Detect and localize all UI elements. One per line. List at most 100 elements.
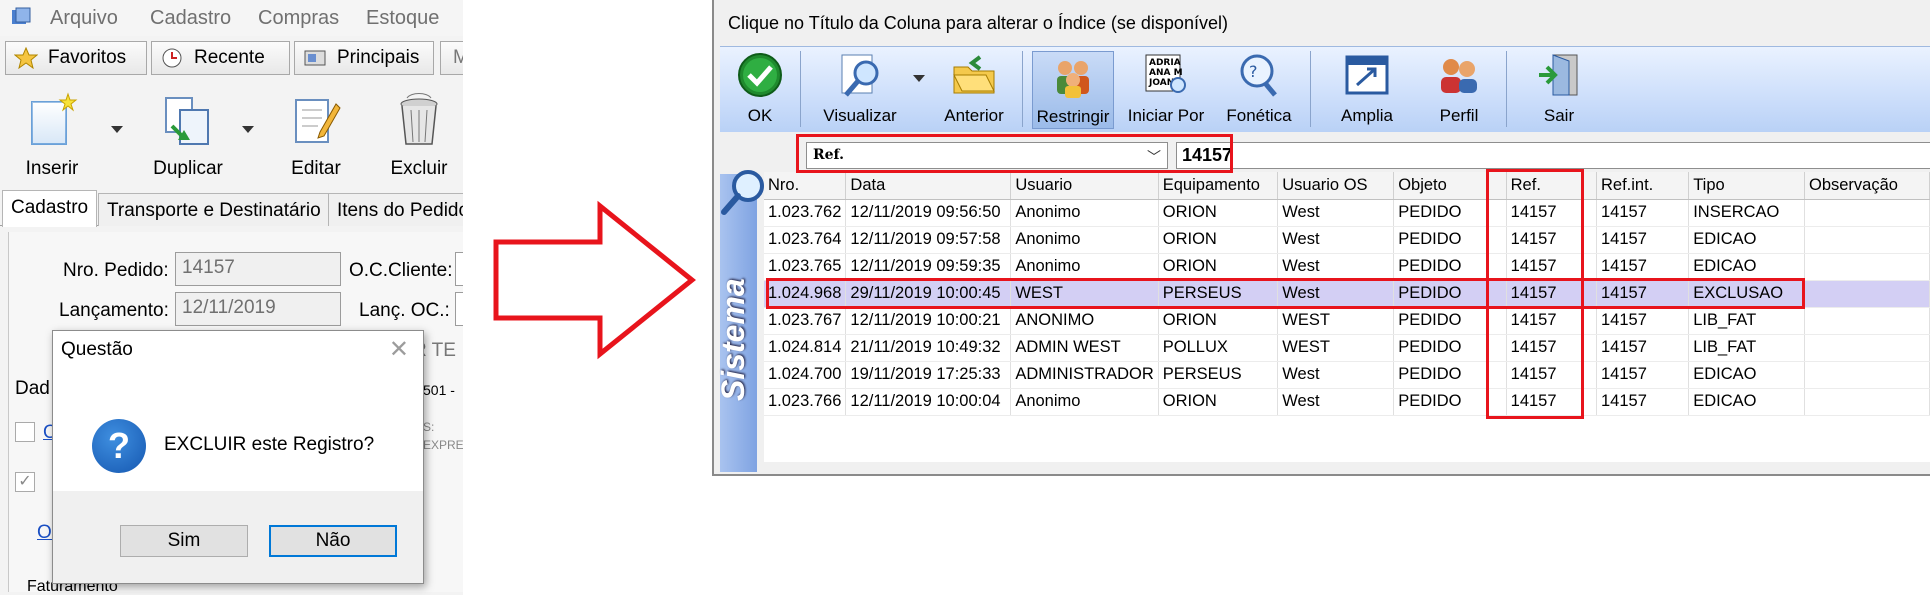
cell-observacao (1804, 334, 1930, 362)
cell-nro: 1.023.767 (764, 307, 847, 335)
ok-label: OK (747, 106, 773, 125)
sair-button[interactable]: Sair (1526, 51, 1592, 126)
nro-pedido-input[interactable]: 14157 (175, 252, 341, 286)
cell-usuario: Anonimo (1010, 226, 1159, 254)
col-header-ref-int[interactable]: Ref.int. (1596, 172, 1690, 200)
table-row[interactable]: 1.023.762 12/11/2019 09:56:50 Anonimo ORION… (764, 199, 1930, 227)
oc-cliente-input[interactable] (455, 252, 463, 286)
cell-data: 12/11/2019 09:57:58 (845, 226, 1012, 254)
cell-usuario: ADMINISTRADOR (1010, 361, 1159, 389)
cell-data: 21/11/2019 10:49:32 (845, 334, 1012, 362)
recente-button[interactable]: Recente (151, 41, 290, 75)
col-header-nro[interactable]: Nro. (764, 172, 847, 200)
left-app-window: Arquivo Cadastro Compras Estoque Favorit… (0, 0, 463, 595)
iniciar-por-button[interactable]: ADRIA ANA M JOAN Iniciar Por (1124, 51, 1208, 126)
cell-tipo: EDICAO (1688, 361, 1805, 389)
table-row[interactable]: 1.023.764 12/11/2019 09:57:58 Anonimo ORION… (764, 226, 1930, 254)
col-header-tipo[interactable]: Tipo (1688, 172, 1805, 200)
cell-data: 12/11/2019 10:00:21 (845, 307, 1012, 335)
col-header-observacao[interactable]: Observação (1804, 172, 1930, 200)
cell-observacao (1804, 280, 1930, 308)
table-row[interactable]: 1.024.814 21/11/2019 10:49:32 ADMIN WEST PO… (764, 334, 1930, 362)
cell-usuario-os: West (1277, 388, 1395, 416)
principais-icon (304, 50, 326, 66)
table-row[interactable]: 1.023.766 12/11/2019 10:00:04 Anonimo ORION… (764, 388, 1930, 416)
cell-equipamento: POLLUX (1158, 334, 1279, 362)
menu-compras[interactable]: Compras (258, 7, 339, 30)
cell-data: 12/11/2019 10:00:04 (845, 388, 1012, 416)
tab-itens-pedido[interactable]: Itens do Pedido (328, 193, 463, 226)
header-row: Nro. Data Usuario Equipamento Usuario OS… (764, 172, 1930, 200)
more-favorites-button[interactable]: M (440, 41, 463, 75)
lanc-oc-label: Lanç. OC.: (359, 300, 450, 321)
menu-cadastro[interactable]: Cadastro (150, 7, 231, 30)
checkbox-2-checked[interactable]: ✓ (15, 472, 35, 492)
results-grid: Nro. Data Usuario Equipamento Usuario OS… (764, 172, 1930, 462)
duplicar-button[interactable]: Duplicar (148, 92, 228, 180)
amplia-button[interactable]: Amplia (1330, 51, 1404, 126)
tab-cadastro[interactable]: Cadastro (2, 190, 98, 227)
favorites-bar: Favoritos Recente Principais M (0, 37, 463, 79)
duplicar-label: Duplicar (153, 158, 223, 179)
dialog-footer: Sim Não (53, 491, 423, 583)
cell-usuario-os: West (1277, 226, 1395, 254)
close-icon[interactable]: ✕ (389, 335, 409, 364)
nro-pedido-label: Nro. Pedido: (63, 260, 169, 281)
nao-button[interactable]: Não (269, 525, 397, 557)
fonetica-label: Fonética (1226, 106, 1292, 125)
cell-equipamento: PERSEUS (1158, 361, 1279, 389)
perfil-button[interactable]: Perfil (1426, 51, 1492, 126)
col-header-equipamento[interactable]: Equipamento (1158, 172, 1279, 200)
sim-button[interactable]: Sim (120, 525, 248, 557)
editar-label: Editar (291, 158, 341, 179)
cell-nro: 1.023.762 (764, 199, 847, 227)
sistema-label: Sistema (715, 278, 751, 401)
inserir-dropdown-icon[interactable] (111, 126, 123, 133)
cell-tipo: INSERCAO (1688, 199, 1805, 227)
visualizar-dropdown-icon[interactable] (913, 75, 925, 82)
editar-button[interactable]: Editar (284, 92, 348, 180)
folder-back-icon (953, 55, 995, 94)
tab-transporte[interactable]: Transporte e Destinatário (98, 193, 330, 226)
question-icon: ? (92, 419, 146, 473)
sistema-side-panel: Sistema (715, 174, 757, 472)
magnifier-icon[interactable] (718, 166, 770, 218)
cell-data: 19/11/2019 17:25:33 (845, 361, 1012, 389)
lanc-oc-input[interactable] (455, 292, 463, 326)
menu-arquivo[interactable]: Arquivo (50, 7, 118, 30)
col-header-data[interactable]: Data (845, 172, 1012, 200)
anterior-button[interactable]: Anterior (936, 51, 1012, 126)
cell-data: 12/11/2019 09:59:35 (845, 253, 1012, 281)
lancamento-input[interactable]: 12/11/2019 (175, 292, 341, 326)
right-arrow-icon (493, 200, 696, 360)
inserir-button[interactable]: Inserir (20, 92, 84, 180)
visualizar-button[interactable]: Visualizar (818, 51, 902, 126)
cell-nro: 1.024.700 (764, 361, 847, 389)
cell-equipamento: ORION (1158, 307, 1279, 335)
table-row[interactable]: 1.023.765 12/11/2019 09:59:35 Anonimo ORION… (764, 253, 1930, 281)
duplicar-dropdown-icon[interactable] (242, 126, 254, 133)
cell-ref-int: 14157 (1596, 199, 1690, 227)
cell-equipamento: ORION (1158, 226, 1279, 254)
visualizar-label: Visualizar (823, 106, 897, 125)
partial-501-text: 501 - (423, 382, 455, 398)
fonetica-button[interactable]: ? Fonética (1218, 51, 1300, 126)
col-header-usuario[interactable]: Usuario (1010, 172, 1159, 200)
dados-partial-label: Dad (15, 378, 50, 399)
cell-usuario-os: West (1277, 361, 1395, 389)
cell-observacao (1804, 307, 1930, 335)
table-row[interactable]: 1.024.700 19/11/2019 17:25:33 ADMINISTRADO… (764, 361, 1930, 389)
favoritos-button[interactable]: Favoritos (5, 41, 147, 75)
excluir-button[interactable]: Excluir (386, 92, 452, 180)
duplicate-icon (165, 97, 209, 145)
table-row[interactable]: 1.023.767 12/11/2019 10:00:21 ANONIMO ORION… (764, 307, 1930, 335)
col-header-usuario-os[interactable]: Usuario OS (1277, 172, 1395, 200)
principais-label: Principais (337, 47, 420, 68)
restringir-button[interactable]: Restringir (1032, 51, 1114, 129)
menu-estoque[interactable]: Estoque (366, 7, 439, 30)
search-input[interactable]: 14157 (1176, 142, 1930, 169)
cell-equipamento: ORION (1158, 253, 1279, 281)
principais-button[interactable]: Principais (294, 41, 434, 75)
checkbox-1[interactable] (15, 422, 35, 442)
ok-button[interactable]: OK (730, 51, 790, 126)
